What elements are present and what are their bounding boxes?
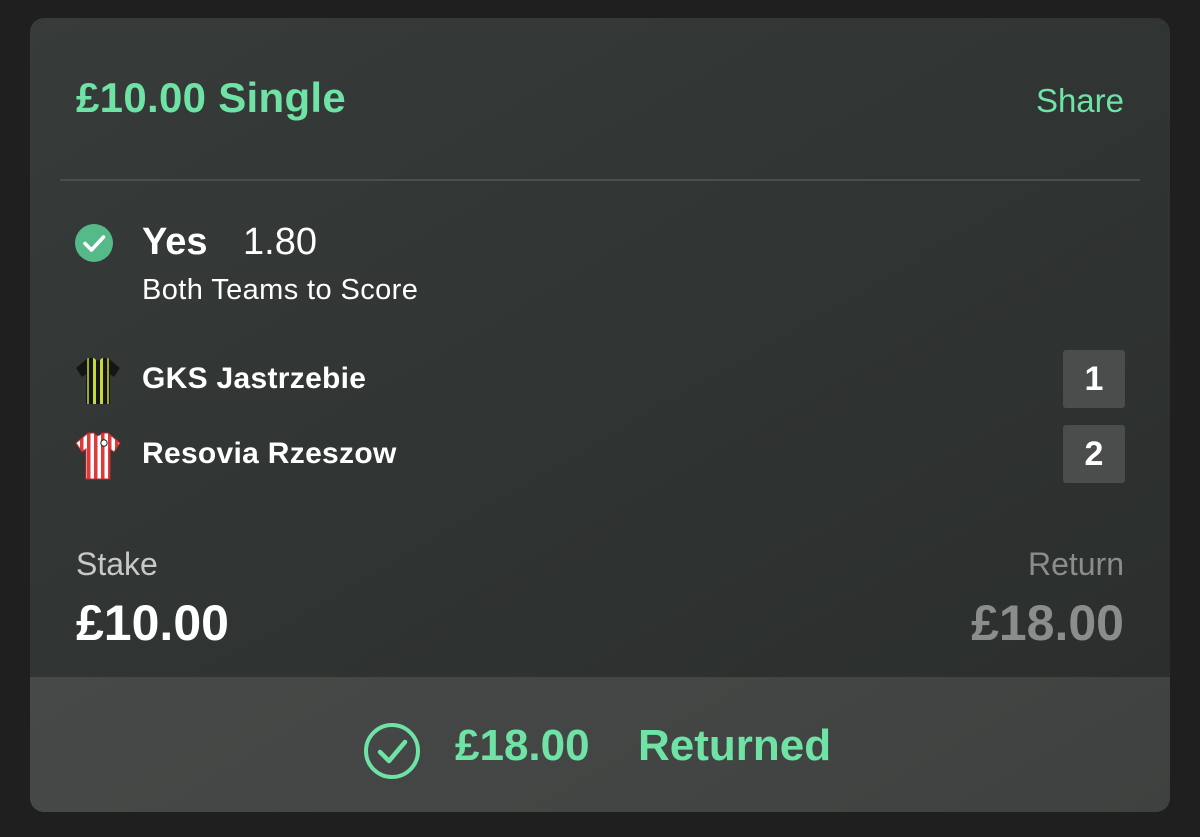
share-button[interactable]: Share — [1036, 82, 1124, 120]
black-yellow-striped-shirt-icon — [76, 358, 120, 404]
market-name: Both Teams to Score — [142, 274, 419, 306]
bet-title: £10.00 Single — [76, 74, 347, 121]
team-name: GKS Jastrzebie — [142, 362, 367, 395]
stake-label: Stake — [76, 546, 158, 582]
red-white-striped-shirt-icon — [75, 432, 121, 480]
bet-header: £10.00 Single Share — [30, 18, 1170, 180]
stake-value: £10.00 — [76, 595, 229, 651]
returned-amount: £18.00 — [455, 721, 590, 770]
header-divider — [60, 179, 1140, 181]
team-score: 2 — [1063, 425, 1125, 483]
bet-card: £10.00 Single Share Yes 1.80 Both Teams … — [30, 18, 1170, 812]
team-row-home: GKS Jastrzebie 1 — [30, 348, 1170, 410]
return-value: £18.00 — [971, 595, 1124, 651]
selection-odds: 1.80 — [243, 221, 317, 263]
returned-status: Returned — [638, 721, 832, 770]
returned-banner: £18.00 Returned — [30, 677, 1170, 812]
check-circle-icon — [75, 224, 113, 262]
team-row-away: Resovia Rzeszow 2 — [30, 423, 1170, 485]
check-circle-outline-icon — [364, 723, 420, 779]
team-name: Resovia Rzeszow — [142, 437, 397, 470]
return-label: Return — [1027, 546, 1124, 582]
team-score: 1 — [1063, 350, 1125, 408]
selection-name: Yes — [142, 221, 208, 263]
